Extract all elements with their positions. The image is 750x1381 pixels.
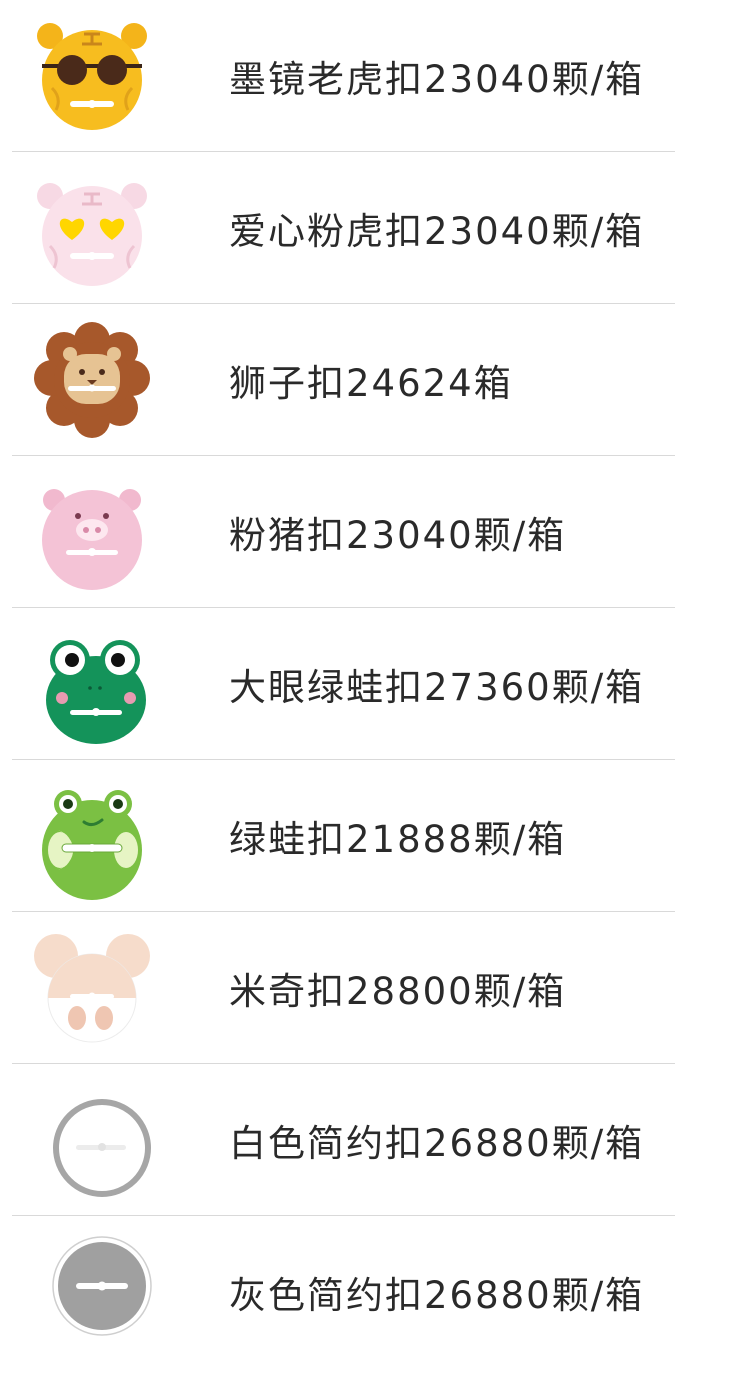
big-eyed-frog-icon [32,628,152,748]
list-item: 粉猪扣23040颗/箱 [12,456,675,608]
product-label: 狮子扣24624箱 [229,362,513,405]
heart-eyes-pink-tiger-icon [32,170,152,290]
product-label: 绿蛙扣21888颗/箱 [229,818,567,861]
list-item: 狮子扣24624箱 [12,304,675,456]
green-frog-icon [32,782,152,902]
product-label: 米奇扣28800颗/箱 [229,970,567,1013]
mouse-icon [32,930,152,1050]
product-label: 爱心粉虎扣23040颗/箱 [229,210,645,253]
pink-pig-icon [32,474,152,594]
product-label: 白色简约扣26880颗/箱 [229,1122,645,1165]
list-item: 米奇扣28800颗/箱 [12,912,675,1064]
product-label: 灰色简约扣26880颗/箱 [229,1274,645,1317]
gray-disc-icon [32,1236,152,1356]
list-item: 白色简约扣26880颗/箱 [12,1064,675,1216]
list-item: 灰色简约扣26880颗/箱 [12,1216,675,1368]
list-item: 爱心粉虎扣23040颗/箱 [12,152,675,304]
lion-icon [32,320,152,440]
list-item: 墨镜老虎扣23040颗/箱 [12,0,675,152]
product-label: 粉猪扣23040颗/箱 [229,514,567,557]
list-item: 大眼绿蛙扣27360颗/箱 [12,608,675,760]
product-label: 大眼绿蛙扣27360颗/箱 [229,666,645,709]
product-label: 墨镜老虎扣23040颗/箱 [229,58,645,101]
sunglasses-tiger-icon [32,18,152,138]
list-item: 绿蛙扣21888颗/箱 [12,760,675,912]
white-ring-icon [32,1088,152,1208]
